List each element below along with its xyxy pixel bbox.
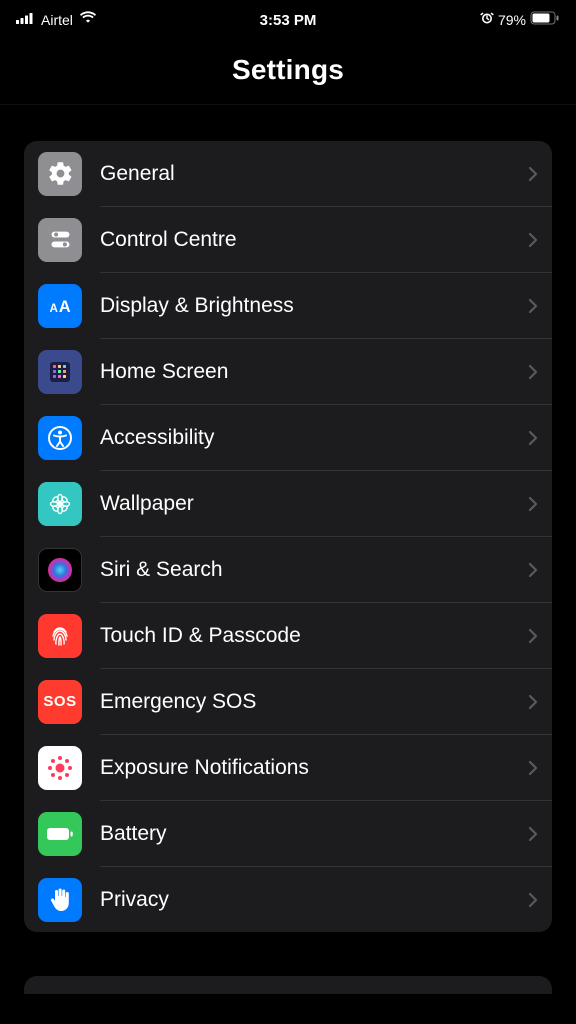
- fingerprint-icon: [38, 614, 82, 658]
- settings-item-label: Siri & Search: [100, 558, 528, 582]
- chevron-right-icon: [528, 694, 538, 710]
- settings-item-siri-search[interactable]: Siri & Search: [24, 537, 552, 602]
- settings-item-label: General: [100, 162, 528, 186]
- settings-item-touch-id-passcode[interactable]: Touch ID & Passcode: [24, 603, 552, 668]
- hand-icon: [38, 878, 82, 922]
- svg-text:A: A: [59, 297, 71, 315]
- page-title: Settings: [0, 54, 576, 86]
- settings-item-label: Battery: [100, 822, 528, 846]
- wifi-icon: [79, 11, 97, 29]
- siri-icon: [38, 548, 82, 592]
- settings-item-emergency-sos[interactable]: SOS Emergency SOS: [24, 669, 552, 734]
- battery-pct: 79%: [498, 12, 526, 28]
- chevron-right-icon: [528, 430, 538, 446]
- text-size-icon: AA: [38, 284, 82, 328]
- accessibility-icon: [38, 416, 82, 460]
- chevron-right-icon: [528, 628, 538, 644]
- settings-item-accessibility[interactable]: Accessibility: [24, 405, 552, 470]
- battery-icon: [38, 812, 82, 856]
- battery-icon: [530, 11, 560, 30]
- settings-item-exposure-notifications[interactable]: Exposure Notifications: [24, 735, 552, 800]
- chevron-right-icon: [528, 364, 538, 380]
- settings-item-label: Emergency SOS: [100, 690, 528, 714]
- settings-item-label: Accessibility: [100, 426, 528, 450]
- chevron-right-icon: [528, 496, 538, 512]
- settings-item-label: Control Centre: [100, 228, 528, 252]
- chevron-right-icon: [528, 232, 538, 248]
- status-right: 79%: [480, 11, 560, 30]
- settings-item-label: Exposure Notifications: [100, 756, 528, 780]
- flower-icon: [38, 482, 82, 526]
- signal-icon: [16, 11, 34, 29]
- settings-header: Settings: [0, 36, 576, 104]
- exposure-icon: [38, 746, 82, 790]
- chevron-right-icon: [528, 892, 538, 908]
- carrier-label: Airtel: [41, 12, 73, 28]
- settings-item-privacy[interactable]: Privacy: [24, 867, 552, 932]
- chevron-right-icon: [528, 562, 538, 578]
- alarm-icon: [480, 11, 494, 30]
- chevron-right-icon: [528, 760, 538, 776]
- gear-icon: [38, 152, 82, 196]
- settings-item-display-brightness[interactable]: AA Display & Brightness: [24, 273, 552, 338]
- settings-item-label: Wallpaper: [100, 492, 528, 516]
- settings-item-label: Home Screen: [100, 360, 528, 384]
- settings-content: General Control Centre AA Display & Brig…: [0, 105, 576, 952]
- svg-text:A: A: [50, 301, 59, 314]
- status-bar: Airtel 3:53 PM 79%: [0, 0, 576, 36]
- chevron-right-icon: [528, 826, 538, 842]
- settings-item-label: Touch ID & Passcode: [100, 624, 528, 648]
- toggles-icon: [38, 218, 82, 262]
- settings-item-general[interactable]: General: [24, 141, 552, 206]
- app-grid-icon: [38, 350, 82, 394]
- chevron-right-icon: [528, 298, 538, 314]
- chevron-right-icon: [528, 166, 538, 182]
- status-time: 3:53 PM: [260, 12, 317, 29]
- next-group-peek: [24, 976, 552, 994]
- settings-item-label: Privacy: [100, 888, 528, 912]
- settings-item-battery[interactable]: Battery: [24, 801, 552, 866]
- settings-item-control-centre[interactable]: Control Centre: [24, 207, 552, 272]
- settings-item-home-screen[interactable]: Home Screen: [24, 339, 552, 404]
- status-left: Airtel: [16, 11, 97, 29]
- settings-group: General Control Centre AA Display & Brig…: [24, 141, 552, 932]
- settings-item-label: Display & Brightness: [100, 294, 528, 318]
- settings-item-wallpaper[interactable]: Wallpaper: [24, 471, 552, 536]
- sos-icon: SOS: [38, 680, 82, 724]
